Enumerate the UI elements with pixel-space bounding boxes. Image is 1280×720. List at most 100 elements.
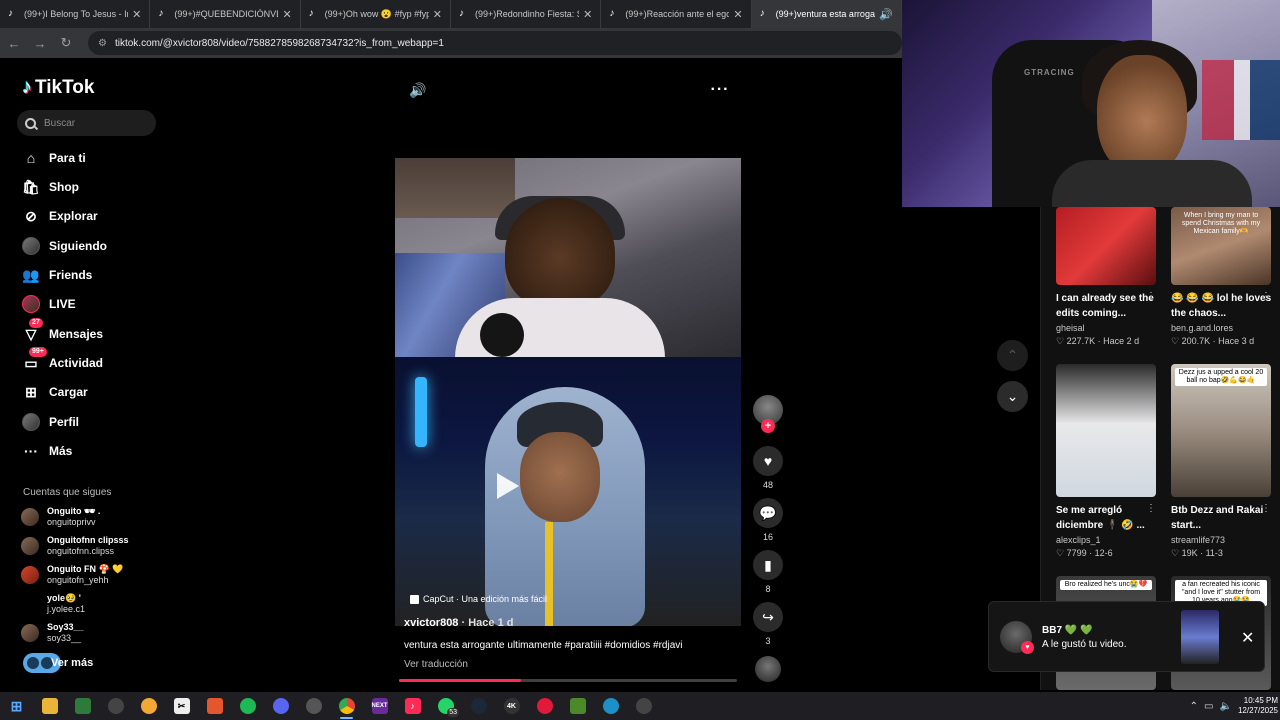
next-video-button[interactable]: ⌄ bbox=[997, 381, 1028, 412]
taskbar-discord[interactable] bbox=[264, 692, 297, 720]
search-input[interactable]: Buscar bbox=[17, 110, 156, 136]
browser-tab[interactable]: ♪ (99+)Reacción ante el ego en ✕ bbox=[601, 0, 752, 28]
more-options-icon[interactable]: ⋮ bbox=[1261, 503, 1271, 514]
more-options-icon[interactable]: ⋮ bbox=[1146, 503, 1156, 514]
nav-profile[interactable]: Perfil bbox=[21, 410, 171, 434]
like-notification[interactable]: ♥ BB7 💚 💚 A le gustó tu video. ✕ bbox=[988, 601, 1265, 672]
author-avatar-button[interactable]: + bbox=[752, 395, 784, 433]
more-options-icon[interactable]: ⋮ bbox=[1261, 291, 1271, 302]
author-name: xvictor808 bbox=[404, 617, 459, 629]
video-thumbnail[interactable]: When I bring my man to spend Christmas w… bbox=[1171, 207, 1271, 285]
capcut-label[interactable]: CapCut · Una edición más fácil bbox=[410, 594, 547, 604]
close-icon[interactable]: ✕ bbox=[132, 8, 141, 21]
browser-tab[interactable]: ♪ (99+)I Belong To Jesus - Insp ✕ bbox=[0, 0, 151, 28]
recommended-card[interactable]: Dezz jus a upped a cool 20 ball no bap🤣💪… bbox=[1171, 364, 1273, 559]
recommended-card[interactable]: ⋮ Se me arregló diciembre 🕴 🤣 ... alexcl… bbox=[1056, 364, 1158, 559]
taskbar-app[interactable] bbox=[66, 692, 99, 720]
browser-tab[interactable]: ♪ (99+)Redondinho Fiesta: Sie ✕ bbox=[451, 0, 602, 28]
chevron-up-icon[interactable]: ⌃ bbox=[1190, 701, 1198, 712]
volume-icon[interactable]: 🔈 bbox=[1220, 701, 1232, 712]
video-thumbnail[interactable] bbox=[1056, 364, 1156, 497]
sound-avatar-button[interactable] bbox=[752, 656, 784, 682]
video-thumbnail[interactable]: Dezz jus a upped a cool 20 ball no bap🤣💪… bbox=[1171, 364, 1271, 497]
search-icon bbox=[25, 117, 36, 129]
comment-button[interactable]: 💬 16 bbox=[752, 498, 784, 542]
see-more-button[interactable]: Ver más bbox=[23, 653, 93, 673]
flag-image bbox=[1202, 60, 1280, 140]
card-age: 12-6 bbox=[1094, 548, 1113, 558]
follow-plus-icon[interactable]: + bbox=[761, 419, 775, 433]
recommended-card[interactable]: ⋮ I can already see the edits coming... … bbox=[1056, 207, 1158, 347]
close-icon[interactable]: ✕ bbox=[583, 8, 592, 21]
taskbar-steam[interactable] bbox=[462, 692, 495, 720]
taskbar-whatsapp[interactable]: 53 bbox=[429, 692, 462, 720]
tab-title: (99+)Redondinho Fiesta: Sie bbox=[474, 9, 580, 19]
close-icon[interactable]: ✕ bbox=[282, 8, 291, 21]
nav-friends[interactable]: 👥 Friends bbox=[21, 263, 171, 287]
taskbar-chrome[interactable] bbox=[330, 692, 363, 720]
clock[interactable]: 10:45 PM 12/27/2025 bbox=[1238, 696, 1278, 716]
live-icon bbox=[21, 294, 41, 314]
nav-live[interactable]: LIVE bbox=[21, 292, 171, 316]
taskbar-tiktok[interactable]: ♪ bbox=[396, 692, 429, 720]
network-icon[interactable]: ▭ bbox=[1204, 701, 1213, 712]
taskbar-kick[interactable]: NEXT bbox=[363, 692, 396, 720]
video-author[interactable]: xvictor808 · Hace 1 d bbox=[404, 617, 513, 629]
taskbar-minecraft[interactable] bbox=[561, 692, 594, 720]
video-progress-bar[interactable] bbox=[399, 679, 737, 682]
more-options-icon[interactable]: ⋮ bbox=[1146, 291, 1156, 302]
back-icon[interactable]: ← bbox=[2, 31, 26, 55]
nav-explore[interactable]: ⊘ Explorar bbox=[21, 204, 171, 228]
nav-more[interactable]: ··· Más bbox=[21, 439, 171, 463]
like-button[interactable]: ♥ 48 bbox=[752, 446, 784, 490]
following-account[interactable]: yole🥹 ' j.yolee.c1 bbox=[21, 591, 171, 617]
taskbar-spotify[interactable] bbox=[231, 692, 264, 720]
following-account[interactable]: Onguitofnn clipsss onguitofnn.clipss bbox=[21, 533, 171, 559]
video-player[interactable] bbox=[395, 158, 741, 626]
start-button[interactable]: ⊞ bbox=[0, 692, 33, 720]
taskbar-capcut[interactable]: ✂ bbox=[165, 692, 198, 720]
save-button[interactable]: ▮ 8 bbox=[752, 550, 784, 594]
taskbar-app[interactable]: 4K bbox=[495, 692, 528, 720]
browser-tab-active[interactable]: ♪ (99+)ventura esta arroga 🔊 bbox=[751, 0, 902, 28]
speaker-icon[interactable]: 🔊 bbox=[879, 8, 893, 21]
recommended-card[interactable]: When I bring my man to spend Christmas w… bbox=[1171, 207, 1273, 347]
taskbar-app[interactable] bbox=[594, 692, 627, 720]
site-info-icon[interactable]: ⚙ bbox=[98, 38, 107, 49]
close-icon[interactable]: ✕ bbox=[733, 8, 742, 21]
close-icon[interactable]: ✕ bbox=[433, 8, 442, 21]
taskbar-app[interactable] bbox=[627, 692, 660, 720]
taskbar-app[interactable] bbox=[198, 692, 231, 720]
nav-upload[interactable]: ⊞ Cargar bbox=[21, 380, 171, 404]
previous-video-button[interactable]: ⌃ bbox=[997, 340, 1028, 371]
taskbar-app[interactable] bbox=[132, 692, 165, 720]
browser-tab[interactable]: ♪ (99+)Oh wow 😮 #fyp #fyp ✕ bbox=[301, 0, 451, 28]
nav-messages[interactable]: ▽ 27 Mensajes bbox=[21, 318, 171, 346]
volume-icon[interactable]: 🔊 bbox=[408, 80, 428, 100]
play-icon[interactable] bbox=[497, 473, 519, 499]
video-thumbnail[interactable] bbox=[1181, 610, 1219, 664]
url-input[interactable]: ⚙ tiktok.com/@xvictor808/video/758827859… bbox=[88, 31, 902, 55]
reload-icon[interactable]: ↻ bbox=[54, 31, 78, 55]
following-account[interactable]: Onguito FN 🍄 💛 onguitofn_yehh bbox=[21, 562, 171, 588]
nav-shop[interactable]: 🛍 Shop bbox=[21, 175, 171, 199]
taskbar-app[interactable] bbox=[297, 692, 330, 720]
video-thumbnail[interactable] bbox=[1056, 207, 1156, 285]
nav-activity[interactable]: ▭ 99+ Actividad bbox=[21, 347, 171, 375]
taskbar-app[interactable] bbox=[528, 692, 561, 720]
close-icon[interactable]: ✕ bbox=[1241, 628, 1254, 648]
taskbar-explorer[interactable] bbox=[33, 692, 66, 720]
more-options-icon[interactable]: ··· bbox=[710, 80, 730, 100]
taskbar-app[interactable] bbox=[99, 692, 132, 720]
forward-icon[interactable]: → bbox=[28, 31, 52, 55]
like-count: 200.7K bbox=[1181, 336, 1211, 346]
following-account[interactable]: Onguito 🕶 . onguitoprivv bbox=[21, 504, 171, 530]
browser-tab[interactable]: ♪ (99+)#QUEBENDICIÓNVE | ti✕ bbox=[150, 0, 301, 28]
nav-for-you[interactable]: ⌂ Para ti bbox=[21, 146, 171, 170]
tiktok-logo[interactable]: ♪ TikTok bbox=[22, 76, 94, 99]
share-button[interactable]: ↪ 3 bbox=[752, 602, 784, 646]
nav-following[interactable]: Siguiendo bbox=[21, 234, 171, 258]
share-count: 3 bbox=[765, 636, 771, 646]
following-account[interactable]: Soy33__ soy33__ bbox=[21, 620, 171, 646]
see-translation-link[interactable]: Ver traducción bbox=[404, 659, 468, 670]
